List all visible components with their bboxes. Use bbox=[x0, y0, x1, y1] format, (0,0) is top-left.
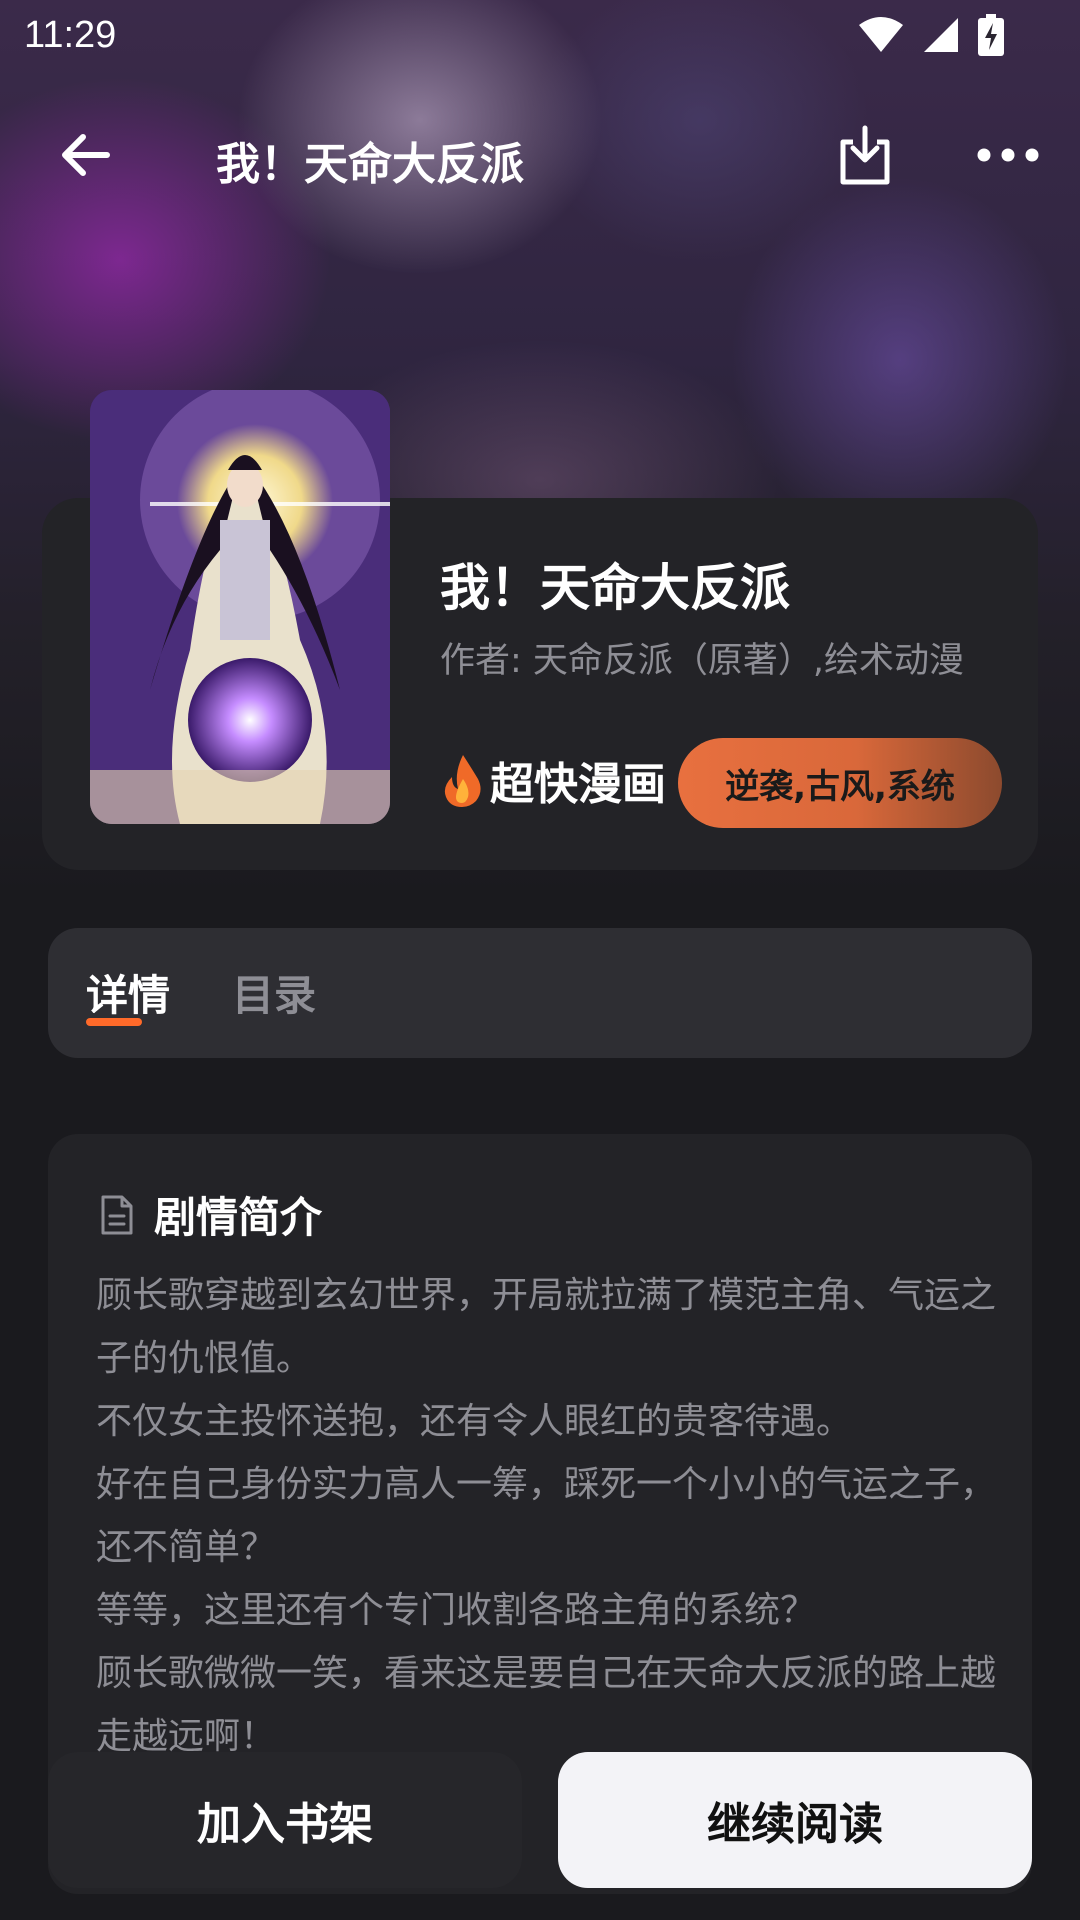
wifi-icon bbox=[859, 17, 903, 52]
book-author: 作者: 天命反派（原著）,绘术动漫 bbox=[440, 641, 965, 681]
top-bar: 我！天命大反派 bbox=[0, 110, 1080, 200]
page-title: 我！天命大反派 bbox=[216, 139, 524, 190]
tab-table-of-contents[interactable]: 目录 bbox=[232, 962, 316, 1023]
synopsis-paragraph: 不仅女主投怀送抱，还有令人眼红的贵客待遇。 bbox=[96, 1401, 853, 1442]
status-icons bbox=[858, 14, 1004, 56]
synopsis-title: 剧情简介 bbox=[154, 1193, 323, 1242]
synopsis-text: 顾长歌穿越到玄幻世界，开局就拉满了模范主角、气运之子的仇恨值。 不仅女主投怀送抱… bbox=[96, 1264, 996, 1768]
book-cover[interactable] bbox=[90, 390, 390, 824]
battery-icon bbox=[978, 14, 1004, 56]
back-button[interactable] bbox=[50, 120, 120, 190]
synopsis-header: 剧情简介 bbox=[100, 1184, 322, 1245]
synopsis-paragraph: 顾长歌穿越到玄幻世界，开局就拉满了模范主角、气运之子的仇恨值。 bbox=[96, 1275, 997, 1379]
synopsis-paragraph: 等等，这里还有个专门收割各路主角的系统？ bbox=[96, 1590, 817, 1631]
download-icon bbox=[840, 125, 890, 185]
book-title: 我！天命大反派 bbox=[440, 559, 790, 617]
synopsis-paragraph: 好在自己身份实力高人一筹，踩死一个小小的气运之子，还不简单？ bbox=[96, 1464, 997, 1568]
genre-tags-badge[interactable]: 逆袭,古风,系统 bbox=[678, 738, 1002, 828]
tab-details[interactable]: 详情 bbox=[86, 962, 170, 1023]
tab-bar: 详情 目录 bbox=[48, 928, 1032, 1058]
synopsis-paragraph: 顾长歌微微一笑，看来这是要自己在天命大反派的路上越走越远啊！ bbox=[96, 1653, 997, 1757]
hot-badge: 超快漫画 bbox=[442, 748, 666, 812]
active-tab-indicator bbox=[86, 1018, 142, 1026]
add-to-shelf-button[interactable]: 加入书架 bbox=[48, 1752, 522, 1888]
arrow-left-icon bbox=[62, 134, 110, 176]
cover-illustration bbox=[90, 390, 390, 824]
status-bar: 11:29 bbox=[0, 0, 1080, 72]
signal-icon bbox=[924, 18, 958, 52]
hot-label: 超快漫画 bbox=[490, 759, 666, 810]
document-icon bbox=[101, 1195, 133, 1234]
download-button[interactable] bbox=[830, 120, 900, 190]
continue-reading-button[interactable]: 继续阅读 bbox=[558, 1752, 1032, 1888]
status-time: 11:29 bbox=[24, 14, 117, 56]
more-dots-icon bbox=[977, 148, 1039, 162]
more-options-button[interactable] bbox=[970, 120, 1046, 190]
fire-icon bbox=[444, 755, 481, 807]
